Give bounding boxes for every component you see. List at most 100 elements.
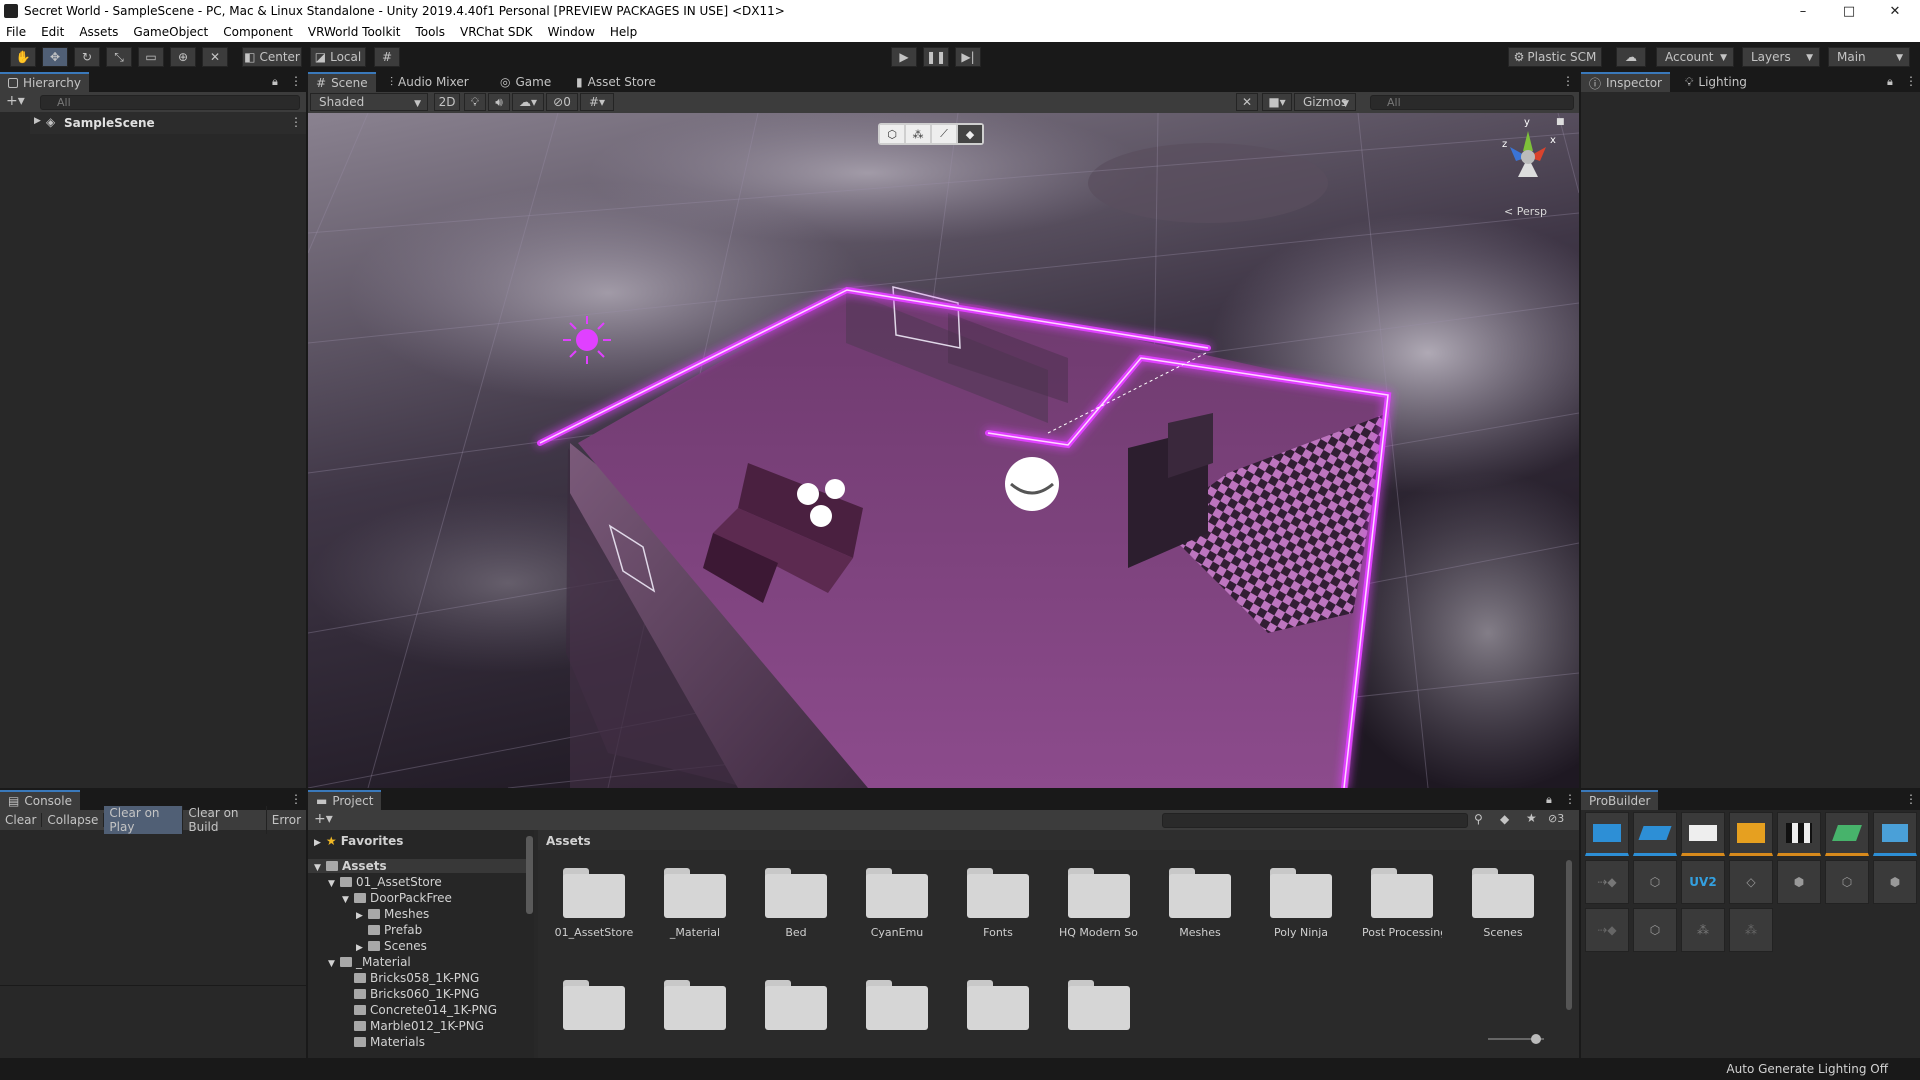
rect-tool-icon[interactable]: ▭ bbox=[138, 47, 164, 67]
asset-folder[interactable]: HQ Modern So... bbox=[1059, 868, 1139, 939]
clear-on-build-button[interactable]: Clear on Build bbox=[183, 806, 267, 834]
tree-item[interactable]: ▶ Scenes bbox=[356, 939, 427, 953]
create-icon[interactable]: +▾ bbox=[314, 811, 333, 827]
expand-arrow-icon[interactable]: ▼ bbox=[328, 879, 340, 889]
more-menu-icon[interactable]: ⋮ bbox=[1905, 792, 1917, 806]
tab-game[interactable]: ◎ Game bbox=[492, 72, 559, 92]
rotate-tool-icon[interactable]: ↻ bbox=[74, 47, 100, 67]
gizmos-dropdown[interactable]: Gizmos ▼ bbox=[1294, 93, 1356, 111]
vertex-mode-icon[interactable]: ⁂ bbox=[906, 125, 930, 143]
hierarchy-row-scene[interactable]: ▶ ◈ SampleScene ⋮ bbox=[30, 112, 306, 134]
more-menu-icon[interactable]: ⋮ bbox=[1905, 74, 1917, 88]
face-mode-icon[interactable]: ◆ bbox=[958, 125, 982, 143]
camera-settings-icon[interactable]: ■▾ bbox=[1262, 93, 1292, 111]
hidden-packages-button[interactable]: ⊘3 bbox=[1548, 812, 1564, 825]
lock-icon[interactable]: ■ bbox=[1556, 117, 1565, 127]
scene-menu-icon[interactable]: ⋮ bbox=[290, 115, 302, 129]
tree-item[interactable]: Materials bbox=[342, 1035, 425, 1049]
expand-arrow-icon[interactable]: ▶ bbox=[356, 943, 368, 953]
close-button[interactable]: ✕ bbox=[1872, 0, 1918, 22]
asset-folder[interactable]: _Material bbox=[655, 868, 735, 939]
collapse-button[interactable]: Collapse bbox=[42, 813, 105, 827]
tree-item[interactable]: ▼ 01_AssetStore bbox=[328, 875, 442, 889]
search-by-label-icon[interactable]: ◆ bbox=[1500, 812, 1509, 826]
maximize-button[interactable]: □ bbox=[1826, 0, 1872, 22]
expand-arrow-icon[interactable]: ▼ bbox=[342, 895, 354, 905]
asset-folder[interactable] bbox=[554, 980, 634, 1030]
camera-gizmo[interactable] bbox=[1005, 457, 1059, 511]
tab-console[interactable]: ▤ Console bbox=[0, 790, 80, 810]
tab-project[interactable]: ▬ Project bbox=[308, 790, 382, 810]
layers-dropdown[interactable]: Layers ▼ bbox=[1742, 47, 1820, 67]
favorites-item[interactable]: ▶ ★ Favorites bbox=[314, 834, 403, 848]
move-tool-icon[interactable]: ✥ bbox=[42, 47, 68, 67]
menu-vrchat-sdk[interactable]: VRChat SDK bbox=[460, 25, 533, 39]
vertex-colors-icon[interactable] bbox=[1777, 812, 1821, 856]
tab-asset-store[interactable]: ▮ Asset Store bbox=[568, 72, 664, 92]
custom-tool-icon[interactable]: ✕ bbox=[202, 47, 228, 67]
search-by-type-icon[interactable]: ⚲ bbox=[1474, 812, 1483, 826]
cloud-icon[interactable]: ☁ bbox=[1616, 47, 1646, 67]
account-dropdown[interactable]: Account ▼ bbox=[1656, 47, 1734, 67]
perspective-label[interactable]: < Persp bbox=[1504, 205, 1547, 218]
more-menu-icon[interactable]: ⋮ bbox=[1564, 792, 1576, 806]
asset-folder[interactable]: Fonts bbox=[958, 868, 1038, 939]
tab-inspector[interactable]: ⓘ Inspector bbox=[1581, 72, 1670, 92]
tree-item[interactable]: Concrete014_1K-PNG bbox=[342, 1003, 497, 1017]
detach-icon[interactable]: ⁂ bbox=[1681, 908, 1725, 952]
tree-item[interactable]: ▶ Meshes bbox=[356, 907, 429, 921]
asset-folder[interactable]: Poly Ninja bbox=[1261, 868, 1341, 939]
tab-audio-mixer[interactable]: ⫶ Audio Mixer bbox=[382, 72, 477, 92]
orientation-gizmo[interactable]: y x z ■ bbox=[1488, 117, 1568, 197]
tree-item[interactable]: Bricks058_1K-PNG bbox=[342, 971, 479, 985]
grid-toggle-icon[interactable]: #▾ bbox=[580, 93, 614, 111]
menu-edit[interactable]: Edit bbox=[41, 25, 64, 39]
asset-folder[interactable] bbox=[655, 980, 735, 1030]
tab-probuilder[interactable]: ProBuilder bbox=[1581, 790, 1659, 810]
menu-help[interactable]: Help bbox=[610, 25, 637, 39]
material-editor-icon[interactable] bbox=[1681, 812, 1725, 856]
clear-on-play-button[interactable]: Clear on Play bbox=[104, 806, 184, 834]
tree-item[interactable]: Bricks060_1K-PNG bbox=[342, 987, 479, 1001]
scene-view-viewport[interactable]: ⬡ ⁂ ⟋ ◆ y x z ■ < Persp bbox=[308, 113, 1579, 788]
toggle-2d-button[interactable]: 2D bbox=[434, 93, 460, 111]
asset-folder[interactable]: 01_AssetStore bbox=[554, 868, 634, 939]
tab-lighting[interactable]: 💡︎ Lighting bbox=[1677, 72, 1755, 92]
tree-item[interactable]: ▼ _Material bbox=[328, 955, 411, 969]
add-icon[interactable]: +▾ bbox=[6, 93, 25, 109]
expand-arrow-icon[interactable]: ▶ bbox=[356, 911, 368, 921]
clear-button[interactable]: Clear bbox=[0, 813, 43, 827]
menu-gameobject[interactable]: GameObject bbox=[133, 25, 208, 39]
more-menu-icon[interactable]: ⋮ bbox=[290, 792, 302, 806]
pivot-center-button[interactable]: ◧ Center bbox=[242, 47, 302, 67]
scene-tools-icon[interactable]: ✕ bbox=[1236, 93, 1258, 111]
error-pause-button[interactable]: Error bbox=[267, 813, 306, 827]
transform-tool-icon[interactable]: ⊕ bbox=[170, 47, 196, 67]
pivot-local-button[interactable]: ◪ Local bbox=[310, 47, 366, 67]
tree-item[interactable]: Prefab bbox=[356, 923, 422, 937]
audio-toggle-icon[interactable]: 🔊︎ bbox=[488, 93, 510, 111]
lighting-toggle-icon[interactable]: 💡︎ bbox=[464, 93, 486, 111]
asset-folder[interactable] bbox=[1059, 980, 1139, 1030]
asset-folder[interactable] bbox=[857, 980, 937, 1030]
new-shape-icon[interactable] bbox=[1585, 812, 1629, 856]
smoothing-icon[interactable] bbox=[1825, 812, 1869, 856]
layout-dropdown[interactable]: Main ▼ bbox=[1828, 47, 1910, 67]
effects-toggle-icon[interactable]: ☁▾ bbox=[512, 93, 544, 111]
lock-icon[interactable]: 🔒︎ bbox=[272, 75, 278, 89]
center-pivot-icon[interactable]: ⬢ bbox=[1777, 860, 1821, 904]
grid-snap-icon[interactable]: # bbox=[374, 47, 400, 67]
tree-item[interactable]: ▼ DoorPackFree bbox=[342, 891, 452, 905]
tree-item[interactable]: Marble012_1K-PNG bbox=[342, 1019, 484, 1033]
asset-folder[interactable]: Post Processing bbox=[1362, 868, 1442, 939]
menu-window[interactable]: Window bbox=[548, 25, 595, 39]
conform-normals-icon[interactable]: ⬡ bbox=[1825, 860, 1869, 904]
menu-vrworld-toolkit[interactable]: VRWorld Toolkit bbox=[308, 25, 401, 39]
flip-normals-icon[interactable]: ⇢◆ bbox=[1585, 908, 1629, 952]
asset-folder[interactable]: Meshes bbox=[1160, 868, 1240, 939]
menu-tools[interactable]: Tools bbox=[415, 25, 445, 39]
lighting-status[interactable]: Auto Generate Lighting Off bbox=[1726, 1062, 1888, 1076]
merge-objects-icon[interactable]: ⬢ bbox=[1873, 860, 1917, 904]
zoom-slider-thumb[interactable] bbox=[1531, 1034, 1541, 1044]
edge-mode-icon[interactable]: ⟋ bbox=[932, 125, 956, 143]
